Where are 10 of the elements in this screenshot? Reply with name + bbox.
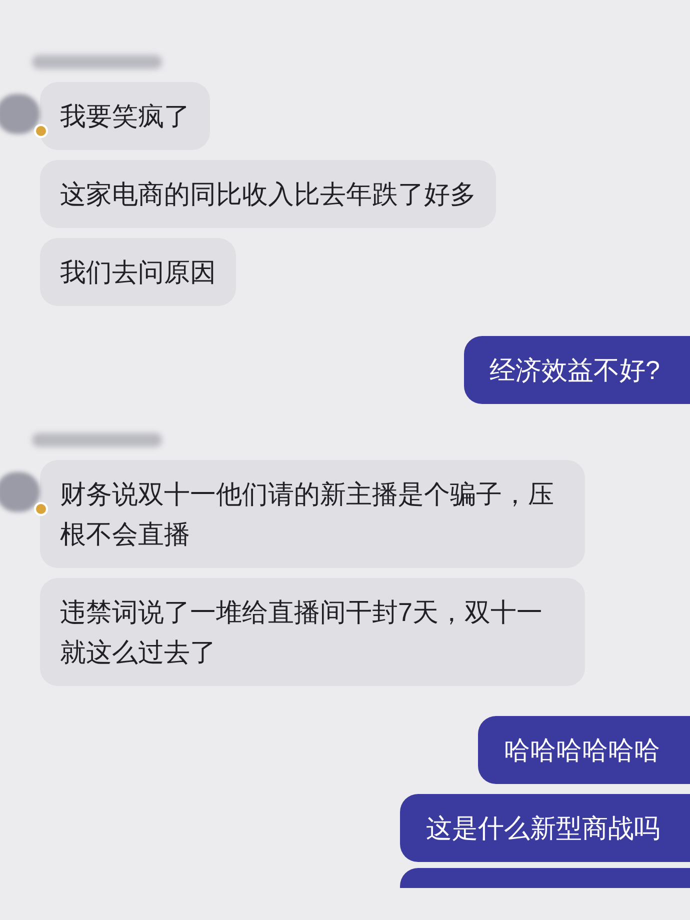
message-bubble: 哈哈哈哈哈哈 bbox=[478, 716, 690, 784]
message-bubble: 我要笑疯了 bbox=[40, 82, 210, 150]
message-bubble: 财务说双十一他们请的新主播是个骗子，压根不会直播 bbox=[40, 460, 585, 568]
message-bubble: 这是什么新型商战吗 bbox=[400, 794, 690, 862]
message-bubble: 经济效益不好? bbox=[464, 336, 690, 404]
message-bubble: 这家电商的同比收入比去年跌了好多 bbox=[40, 160, 496, 228]
avatar[interactable] bbox=[0, 472, 40, 512]
message-bubble: 我们去问原因 bbox=[40, 238, 236, 306]
message-bubble: 违禁词说了一堆给直播间干封7天，双十一就这么过去了 bbox=[40, 578, 585, 686]
avatar[interactable] bbox=[0, 94, 40, 134]
